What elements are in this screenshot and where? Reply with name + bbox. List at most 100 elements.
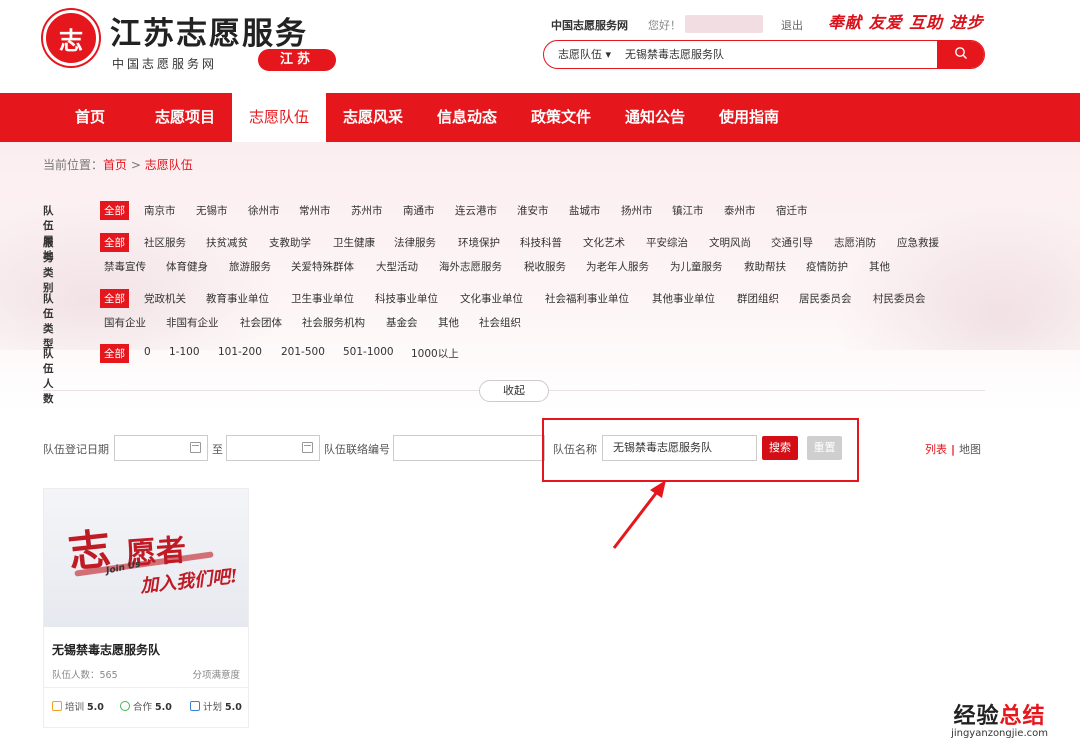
filter-option[interactable]: 旅游服务 xyxy=(229,259,271,274)
filter-option[interactable]: 疫情防护 xyxy=(806,259,848,274)
nav-teams[interactable]: 志愿队伍 xyxy=(232,93,326,142)
team-title[interactable]: 无锡禁毒志愿服务队 xyxy=(52,641,160,658)
filter-option[interactable]: 平安综治 xyxy=(646,235,688,250)
filter-option[interactable]: 0 xyxy=(144,346,151,358)
nav-home[interactable]: 首页 xyxy=(58,93,122,142)
calendar-icon[interactable] xyxy=(190,442,201,453)
filter-option[interactable]: 社区服务 xyxy=(144,235,186,250)
filter-option[interactable]: 教育事业单位 xyxy=(206,291,269,306)
nav-policy[interactable]: 政策文件 xyxy=(516,93,606,142)
view-list-link[interactable]: 列表 xyxy=(925,443,947,456)
filter-option[interactable]: 税收服务 xyxy=(524,259,566,274)
contact-number-input[interactable] xyxy=(393,435,545,461)
filter-option[interactable]: 救助帮扶 xyxy=(744,259,786,274)
filter-option[interactable]: 大型活动 xyxy=(376,259,418,274)
filter-option[interactable]: 海外志愿服务 xyxy=(439,259,502,274)
filter-option[interactable]: 村民委员会 xyxy=(873,291,926,306)
filter-option[interactable]: 关爱特殊群体 xyxy=(291,259,354,274)
filter-option[interactable]: 为儿童服务 xyxy=(670,259,723,274)
filter-option[interactable]: 非国有企业 xyxy=(166,315,219,330)
team-name-input[interactable]: 无锡禁毒志愿服务队 xyxy=(602,435,757,461)
filter-option[interactable]: 社会福利事业单位 xyxy=(545,291,629,306)
filter-option[interactable]: 无锡市 xyxy=(196,203,228,218)
nav-projects[interactable]: 志愿项目 xyxy=(140,93,230,142)
filter-option[interactable]: 101-200 xyxy=(218,346,262,358)
filter-option[interactable]: 宿迁市 xyxy=(776,203,808,218)
filter-option[interactable]: 淮安市 xyxy=(517,203,549,218)
filter-option[interactable]: 扬州市 xyxy=(621,203,653,218)
filter-option[interactable]: 卫生健康 xyxy=(333,235,375,250)
filter-option[interactable]: 禁毒宣传 xyxy=(104,259,146,274)
satisfaction-label: 分项满意度 xyxy=(192,670,240,681)
filter-option[interactable]: 社会组织 xyxy=(479,315,521,330)
filter-option[interactable]: 全部 xyxy=(100,289,129,308)
filter-option[interactable]: 社会团体 xyxy=(240,315,282,330)
filter-option[interactable]: 科技事业单位 xyxy=(375,291,438,306)
filter-option[interactable]: 全部 xyxy=(100,233,129,252)
filter-option[interactable]: 群团组织 xyxy=(737,291,779,306)
filter-option[interactable]: 其他 xyxy=(869,259,890,274)
filter-option[interactable]: 文明风尚 xyxy=(709,235,751,250)
filter-option[interactable]: 交通引导 xyxy=(771,235,813,250)
filter-option[interactable]: 南京市 xyxy=(144,203,176,218)
filter-option[interactable]: 卫生事业单位 xyxy=(291,291,354,306)
filter-option[interactable]: 徐州市 xyxy=(248,203,280,218)
date-start-input[interactable] xyxy=(114,435,208,461)
filter-option[interactable]: 社会服务机构 xyxy=(302,315,365,330)
search-button[interactable] xyxy=(937,41,984,68)
search-submit-button[interactable]: 搜索 xyxy=(762,436,798,460)
filter-option[interactable]: 国有企业 xyxy=(104,315,146,330)
filter-option[interactable]: 盐城市 xyxy=(569,203,601,218)
filter-option[interactable]: 全部 xyxy=(100,344,129,363)
logout-link[interactable]: 退出 xyxy=(781,17,803,33)
filter-option[interactable]: 文化艺术 xyxy=(583,235,625,250)
nav-news[interactable]: 信息动态 xyxy=(422,93,512,142)
filter-option[interactable]: 1-100 xyxy=(169,346,200,358)
date-end-input[interactable] xyxy=(226,435,320,461)
filter-option[interactable]: 法律服务 xyxy=(394,235,436,250)
filter-option[interactable]: 泰州市 xyxy=(724,203,756,218)
annotation-arrow-icon xyxy=(612,480,666,549)
province-badge[interactable]: 江苏 xyxy=(258,49,336,71)
filter-option[interactable]: 201-500 xyxy=(281,346,325,358)
filter-option[interactable]: 支教助学 xyxy=(269,235,311,250)
filter-option[interactable]: 南通市 xyxy=(403,203,435,218)
filter-option[interactable]: 501-1000 xyxy=(343,346,394,358)
filter-option[interactable]: 志愿消防 xyxy=(834,235,876,250)
filter-option[interactable]: 环境保护 xyxy=(458,235,500,250)
filter-option[interactable]: 应急救援 xyxy=(897,235,939,250)
filter-option[interactable]: 体育健身 xyxy=(166,259,208,274)
filter-option[interactable]: 科技科普 xyxy=(520,235,562,250)
divider xyxy=(44,687,248,688)
logo-icon[interactable]: 志 xyxy=(43,10,99,66)
view-map-link[interactable]: 地图 xyxy=(959,443,981,456)
nav-guide[interactable]: 使用指南 xyxy=(704,93,794,142)
site-title[interactable]: 江苏志愿服务 xyxy=(110,8,308,53)
nav-notices[interactable]: 通知公告 xyxy=(610,93,700,142)
filter-option[interactable]: 1000以上 xyxy=(411,346,459,361)
team-cover-image[interactable]: 志 愿者 Join Us 加入我们吧! xyxy=(44,489,248,627)
reset-button[interactable]: 重置 xyxy=(807,436,842,460)
search-category-dropdown[interactable]: 志愿队伍 ▾ xyxy=(558,41,611,68)
filter-option[interactable]: 镇江市 xyxy=(672,203,704,218)
filter-option[interactable]: 连云港市 xyxy=(455,203,497,218)
collapse-button[interactable]: 收起 xyxy=(479,380,549,402)
team-name-label: 队伍名称 xyxy=(553,443,597,456)
nav-showcase[interactable]: 志愿风采 xyxy=(329,93,417,142)
filter-option[interactable]: 党政机关 xyxy=(144,291,186,306)
breadcrumb-home[interactable]: 首页 xyxy=(103,158,127,172)
filter-option[interactable]: 苏州市 xyxy=(351,203,383,218)
filter-option[interactable]: 为老年人服务 xyxy=(586,259,649,274)
filter-option[interactable]: 扶贫减贫 xyxy=(206,235,248,250)
search-input[interactable]: 无锡禁毒志愿服务队 xyxy=(625,41,724,68)
calendar-icon[interactable] xyxy=(302,442,313,453)
filter-option[interactable]: 居民委员会 xyxy=(799,291,852,306)
team-card[interactable]: 志 愿者 Join Us 加入我们吧! 无锡禁毒志愿服务队 队伍人数：565 分… xyxy=(43,488,249,728)
network-link[interactable]: 中国志愿服务网 xyxy=(551,17,628,33)
filter-option[interactable]: 其他 xyxy=(438,315,459,330)
filter-option[interactable]: 全部 xyxy=(100,201,129,220)
filter-option[interactable]: 常州市 xyxy=(299,203,331,218)
filter-option[interactable]: 其他事业单位 xyxy=(652,291,715,306)
filter-option[interactable]: 文化事业单位 xyxy=(460,291,523,306)
filter-option[interactable]: 基金会 xyxy=(386,315,418,330)
